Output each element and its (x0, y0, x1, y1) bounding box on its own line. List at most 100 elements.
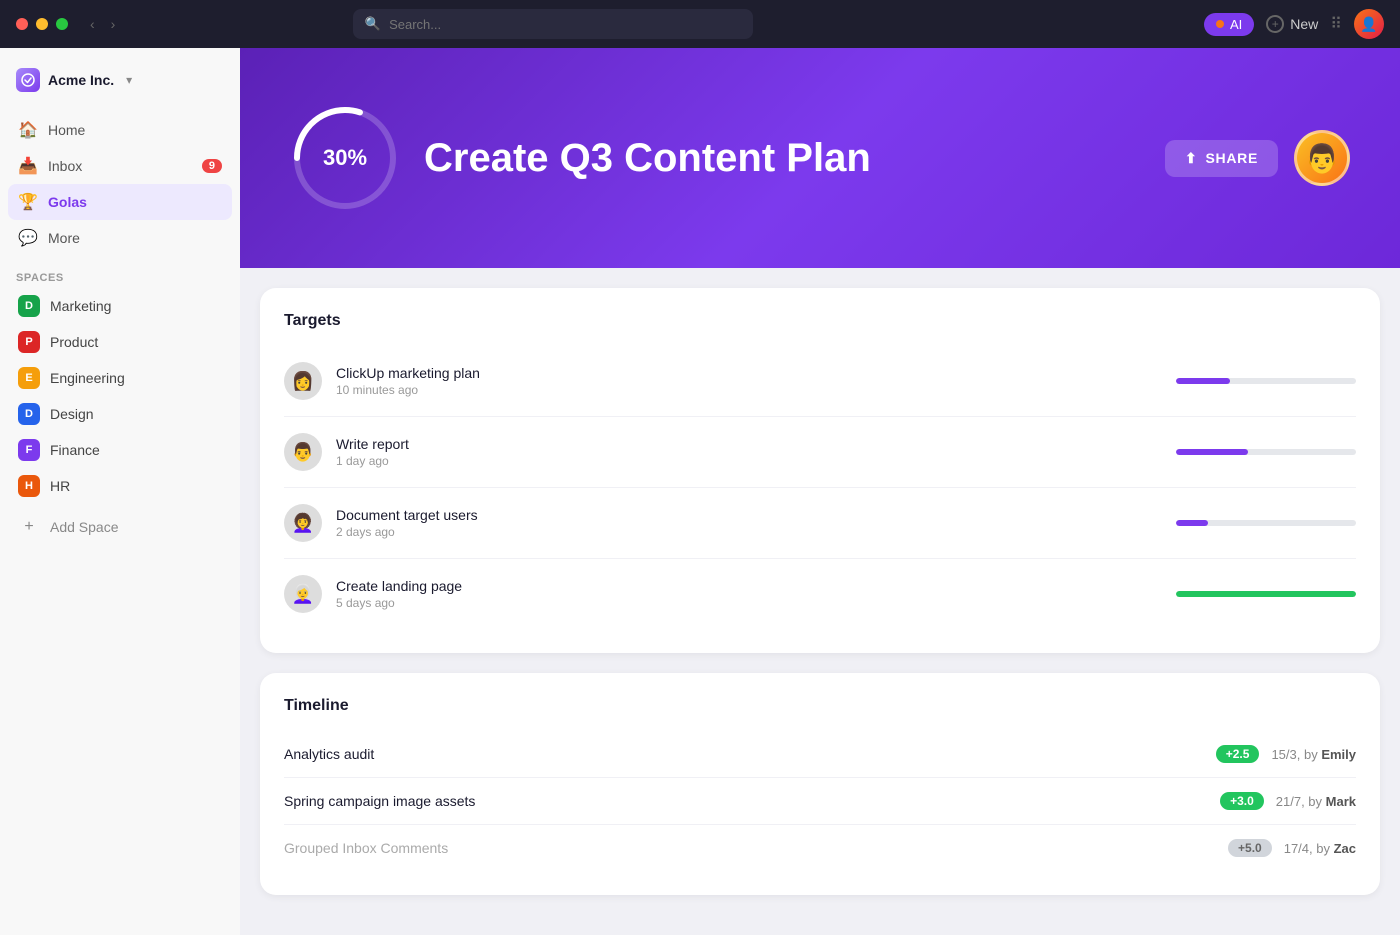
spaces-section-label: Spaces (0, 260, 240, 288)
minimize-window-button[interactable] (36, 18, 48, 30)
hero-banner: 30% Create Q3 Content Plan ⬆ SHARE 👨 (240, 48, 1400, 268)
timeline-meta: 21/7, by Mark (1276, 794, 1356, 809)
timeline-badge: +2.5 (1216, 745, 1260, 763)
finance-space-icon: F (18, 439, 40, 461)
timeline-section-title: Timeline (284, 697, 1356, 715)
target-name: ClickUp marketing plan (336, 365, 1162, 381)
timeline-badge: +5.0 (1228, 839, 1272, 857)
target-item[interactable]: 👩‍🦳 Create landing page 5 days ago (284, 559, 1356, 629)
search-bar[interactable]: 🔍 (353, 9, 753, 39)
forward-arrow[interactable]: › (105, 14, 122, 34)
main-layout: Acme Inc. ▾ 🏠 Home 📥 Inbox 9 🏆 Golas 💬 (0, 48, 1400, 935)
plus-icon: + (18, 516, 40, 538)
space-label: Marketing (50, 298, 111, 314)
workspace-switcher[interactable]: Acme Inc. ▾ (0, 60, 240, 108)
sidebar-item-inbox[interactable]: 📥 Inbox 9 (8, 148, 232, 184)
design-space-icon: D (18, 403, 40, 425)
add-space-button[interactable]: + Add Space (8, 508, 232, 546)
more-icon: 💬 (18, 228, 38, 248)
sidebar-item-label: More (48, 230, 80, 246)
timeline-meta: 17/4, by Zac (1284, 841, 1356, 856)
ai-dot-icon (1216, 20, 1224, 28)
progress-bar-fill (1176, 591, 1356, 597)
sidebar-item-finance[interactable]: F Finance (8, 432, 232, 468)
target-avatar: 👩‍🦱 (284, 504, 322, 542)
progress-circle: 30% (290, 103, 400, 213)
share-icon: ⬆ (1185, 150, 1197, 167)
timeline-item[interactable]: Grouped Inbox Comments +5.0 17/4, by Zac (284, 825, 1356, 871)
sidebar-item-more[interactable]: 💬 More (8, 220, 232, 256)
timeline-name: Spring campaign image assets (284, 793, 1208, 809)
sidebar-item-marketing[interactable]: D Marketing (8, 288, 232, 324)
search-icon: 🔍 (365, 16, 381, 32)
workspace-logo-icon (16, 68, 40, 92)
progress-bar-fill (1176, 449, 1248, 455)
goals-icon: 🏆 (18, 192, 38, 212)
progress-bar-container (1176, 520, 1356, 526)
spaces-list: D Marketing P Product E Engineering D De… (0, 288, 240, 546)
timeline-list: Analytics audit +2.5 15/3, by Emily Spri… (284, 731, 1356, 871)
target-item[interactable]: 👨 Write report 1 day ago (284, 417, 1356, 488)
timeline-item[interactable]: Spring campaign image assets +3.0 21/7, … (284, 778, 1356, 825)
search-input[interactable] (389, 17, 741, 32)
sidebar-item-hr[interactable]: H HR (8, 468, 232, 504)
hero-user-avatar[interactable]: 👨 (1294, 130, 1350, 186)
nav-arrows: ‹ › (84, 14, 121, 34)
close-window-button[interactable] (16, 18, 28, 30)
share-label: SHARE (1205, 150, 1258, 166)
targets-section: Targets 👩 ClickUp marketing plan 10 minu… (260, 288, 1380, 653)
sidebar-item-label: Home (48, 122, 85, 138)
timeline-item[interactable]: Analytics audit +2.5 15/3, by Emily (284, 731, 1356, 778)
target-avatar: 👩 (284, 362, 322, 400)
target-item[interactable]: 👩 ClickUp marketing plan 10 minutes ago (284, 346, 1356, 417)
hero-actions: ⬆ SHARE 👨 (1165, 130, 1350, 186)
ai-button[interactable]: AI (1204, 13, 1254, 36)
new-label: New (1290, 16, 1318, 32)
space-label: Product (50, 334, 98, 350)
grid-icon[interactable]: ⠿ (1330, 14, 1342, 34)
sidebar-nav: 🏠 Home 📥 Inbox 9 🏆 Golas 💬 More (0, 108, 240, 260)
back-arrow[interactable]: ‹ (84, 14, 101, 34)
hr-space-icon: H (18, 475, 40, 497)
progress-bar-fill (1176, 378, 1230, 384)
progress-bar-bg (1176, 378, 1356, 384)
new-button[interactable]: + New (1266, 15, 1318, 33)
window-controls (16, 18, 68, 30)
product-space-icon: P (18, 331, 40, 353)
marketing-space-icon: D (18, 295, 40, 317)
timeline-name: Grouped Inbox Comments (284, 840, 1216, 856)
share-button[interactable]: ⬆ SHARE (1165, 140, 1278, 177)
target-item[interactable]: 👩‍🦱 Document target users 2 days ago (284, 488, 1356, 559)
sidebar-item-goals[interactable]: 🏆 Golas (8, 184, 232, 220)
space-label: Design (50, 406, 94, 422)
progress-bar-bg (1176, 520, 1356, 526)
page-title: Create Q3 Content Plan (424, 136, 1141, 181)
chevron-down-icon: ▾ (126, 73, 132, 87)
sidebar-item-label: Golas (48, 194, 87, 210)
engineering-space-icon: E (18, 367, 40, 389)
workspace-name: Acme Inc. (48, 72, 114, 88)
timeline-section: Timeline Analytics audit +2.5 15/3, by E… (260, 673, 1380, 895)
targets-section-title: Targets (284, 312, 1356, 330)
user-avatar[interactable]: 👤 (1354, 9, 1384, 39)
sidebar-item-product[interactable]: P Product (8, 324, 232, 360)
targets-list: 👩 ClickUp marketing plan 10 minutes ago … (284, 346, 1356, 629)
progress-bar-container (1176, 449, 1356, 455)
space-label: Finance (50, 442, 100, 458)
plus-circle-icon: + (1266, 15, 1284, 33)
target-avatar: 👨 (284, 433, 322, 471)
target-info: Document target users 2 days ago (336, 507, 1162, 539)
progress-bar-fill (1176, 520, 1208, 526)
progress-bar-bg (1176, 449, 1356, 455)
sidebar-item-design[interactable]: D Design (8, 396, 232, 432)
sidebar-item-home[interactable]: 🏠 Home (8, 112, 232, 148)
sidebar-item-label: Inbox (48, 158, 82, 174)
add-space-label: Add Space (50, 519, 119, 535)
target-avatar: 👩‍🦳 (284, 575, 322, 613)
target-name: Document target users (336, 507, 1162, 523)
titlebar: ‹ › 🔍 AI + New ⠿ 👤 (0, 0, 1400, 48)
maximize-window-button[interactable] (56, 18, 68, 30)
inbox-icon: 📥 (18, 156, 38, 176)
progress-bar-container (1176, 378, 1356, 384)
sidebar-item-engineering[interactable]: E Engineering (8, 360, 232, 396)
